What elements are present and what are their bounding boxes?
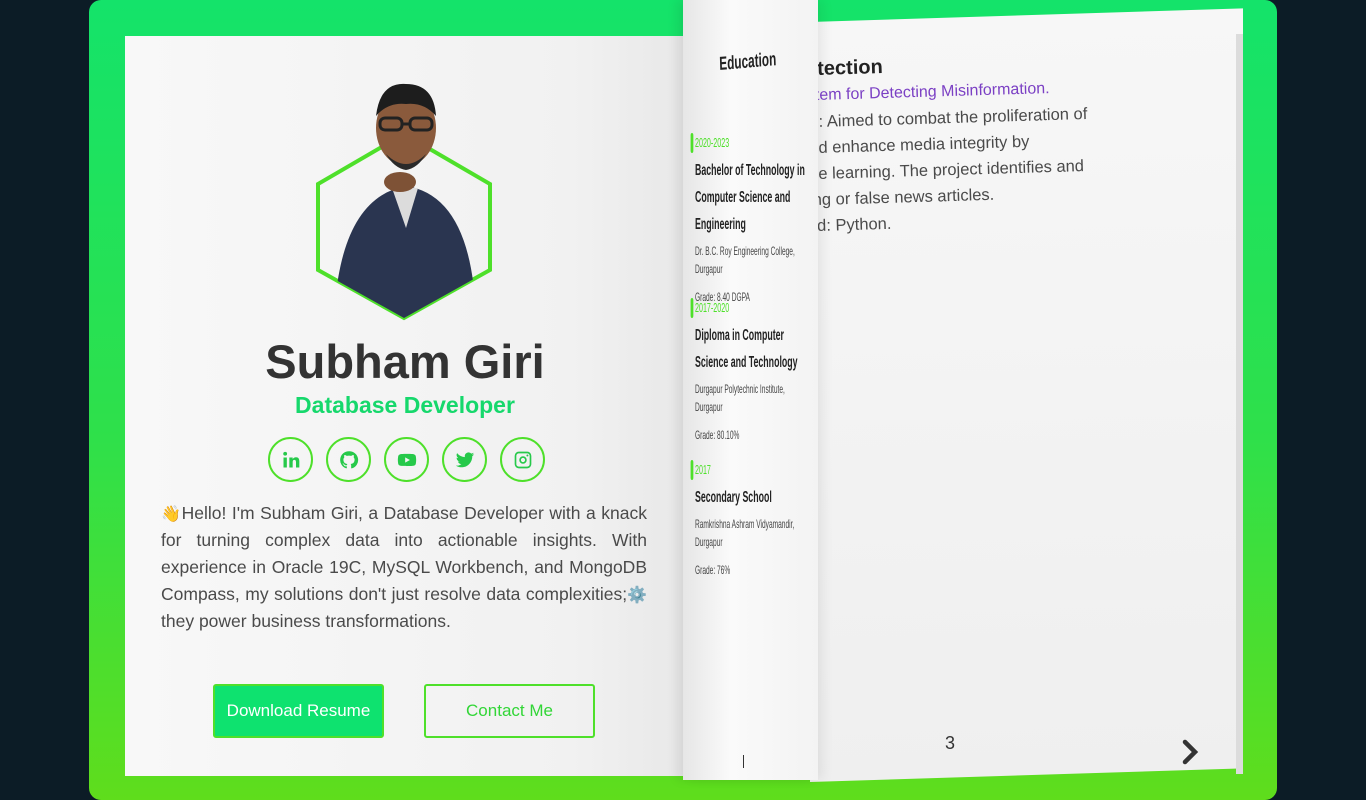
profile-name: Subham Giri [265, 335, 545, 388]
linkedin-icon [282, 451, 299, 467]
bio-text-part2: they power business transformations. [161, 611, 451, 631]
education-item: 2020-2023 Bachelor of Technology in Comp… [690, 133, 805, 306]
education-degree: Secondary School [695, 489, 772, 506]
education-school: Ramkrishna Ashram Vidyamandir, Durgapur [695, 517, 795, 549]
project-content: ews Detection nced System for Detecting … [818, 47, 1193, 241]
education-grade: Grade: 80.10% [695, 428, 740, 442]
timeline-marker [690, 133, 694, 153]
chevron-right-icon [1182, 739, 1199, 765]
education-item: 2017 Secondary School Ramkrishna Ashram … [690, 460, 805, 579]
timeline-marker [690, 460, 694, 480]
instagram-link[interactable] [500, 437, 545, 482]
page-number: 3 [945, 733, 956, 753]
youtube-link[interactable] [384, 437, 429, 482]
profile-bio: 👋Hello! I'm Subham Giri, a Database Deve… [161, 500, 647, 635]
social-links [268, 437, 545, 482]
project-description: Objective: Aimed to combat the prolifera… [818, 98, 1193, 241]
education-school: Dr. B.C. Roy Engineering College, Durgap… [695, 244, 795, 276]
twitter-icon [455, 451, 474, 467]
education-school: Durgapur Polytechnic Institute, Durgapur [695, 382, 785, 414]
project-page: ews Detection nced System for Detecting … [818, 0, 1238, 768]
education-item: 2017-2020 Diploma in Computer Science an… [690, 298, 805, 444]
twitter-link[interactable] [442, 437, 487, 482]
bio-text-part1: Hello! I'm Subham Giri, a Database Devel… [161, 503, 647, 604]
contact-me-button[interactable]: Contact Me [424, 684, 595, 738]
profile-avatar [314, 78, 494, 322]
page-divider [743, 755, 744, 768]
education-year: 2020-2023 [695, 135, 730, 150]
github-link[interactable] [326, 437, 371, 482]
education-degree: Diploma in Computer Science and Technolo… [695, 327, 798, 371]
profile-role: Database Developer [295, 392, 515, 418]
next-page-button[interactable] [1180, 738, 1202, 766]
youtube-icon [397, 453, 416, 466]
education-title: Education [719, 49, 777, 75]
education-grade: Grade: 76% [695, 563, 731, 577]
timeline-marker [690, 298, 694, 318]
download-resume-button[interactable]: Download Resume [213, 684, 384, 738]
wave-icon: 👋 [161, 504, 182, 523]
instagram-icon [514, 451, 531, 468]
github-icon [339, 450, 358, 468]
linkedin-link[interactable] [268, 437, 313, 482]
gear-icon: ⚙️ [627, 585, 647, 604]
education-year: 2017-2020 [695, 300, 730, 315]
education-degree: Bachelor of Technology in Computer Scien… [695, 162, 805, 233]
education-flip-page[interactable]: Education 2020-2023 Bachelor of Technolo… [683, 0, 818, 780]
education-year: 2017 [695, 462, 711, 477]
